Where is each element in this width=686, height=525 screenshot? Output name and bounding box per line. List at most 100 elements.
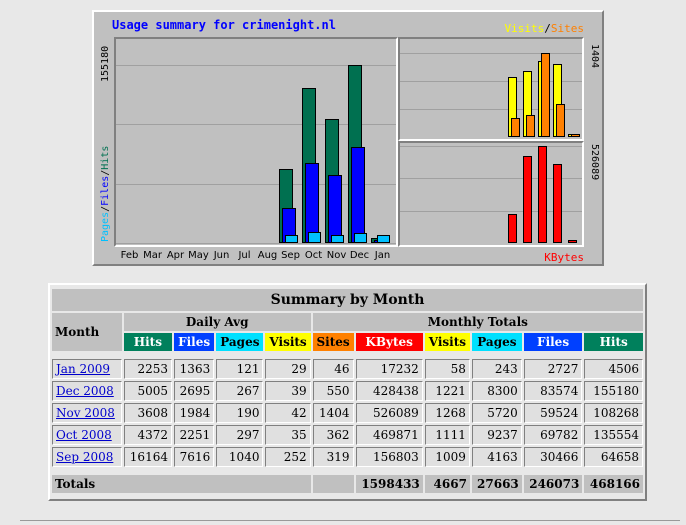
month-tick: Jul [238, 250, 251, 261]
table-cell: 526089 [355, 403, 423, 423]
table-cell: 108268 [584, 403, 643, 423]
table-cell: 5005 [123, 381, 172, 401]
daily-col-visits: Visits [265, 333, 311, 351]
bar-pages [331, 235, 344, 243]
monthly-col-sites: Sites [312, 333, 354, 351]
graph-title: Usage summary for crimenight.nl [112, 18, 336, 32]
table-cell: 83574 [523, 381, 583, 401]
table-cell: 550 [312, 381, 354, 401]
totals-row: Totals 1598433 4667 27663 246073 468166 [52, 475, 643, 493]
legend-pages: Pages [100, 211, 111, 242]
table-cell: 267 [216, 381, 264, 401]
table-cell: 5720 [471, 403, 522, 423]
table-cell: 252 [265, 447, 311, 467]
table-cell: 2253 [123, 359, 172, 379]
totals-cell: 4667 [424, 475, 470, 493]
table-cell: 1404 [312, 403, 354, 423]
table-cell: 469871 [355, 425, 423, 445]
bar-kbytes [538, 146, 547, 243]
table-cell: 8300 [471, 381, 522, 401]
bar-files [351, 147, 365, 243]
month-link[interactable]: Oct 2008 [56, 428, 112, 442]
bar-kbytes [508, 214, 517, 243]
month-axis: Feb Mar Apr May Jun Jul Aug Sep Oct Nov Dec Jan [118, 250, 394, 261]
legend-sites: Sites [550, 22, 584, 35]
month-tick: Nov [326, 250, 347, 261]
table-cell: 2727 [523, 359, 583, 379]
table-cell: 17232 [355, 359, 423, 379]
table-cell: 58 [424, 359, 470, 379]
bar-kbytes [553, 164, 562, 243]
bar-pages [354, 233, 367, 243]
month-tick: Sep [281, 250, 300, 261]
table-cell: 46 [312, 359, 354, 379]
legend-files: Files [100, 175, 111, 206]
totals-cell [312, 475, 354, 493]
hits-files-pages-panel [114, 37, 398, 247]
month-link[interactable]: Dec 2008 [56, 384, 114, 398]
monthly-col-kbytes: KBytes [355, 333, 423, 351]
daily-avg-header: Daily Avg [123, 313, 311, 331]
table-cell: 1040 [216, 447, 264, 467]
table-cell: 155180 [584, 381, 643, 401]
daily-col-hits: Hits [123, 333, 172, 351]
month-tick: Oct [304, 250, 323, 261]
summary-table: Summary by Month Month Daily Avg Monthly… [50, 287, 645, 495]
table-cell: 35 [265, 425, 311, 445]
bar-files [305, 162, 319, 243]
month-link[interactable]: Nov 2008 [56, 406, 115, 420]
table-cell: 1009 [424, 447, 470, 467]
daily-col-pages: Pages [216, 333, 264, 351]
monthly-col-visits: Visits [424, 333, 470, 351]
bar-sites [511, 117, 520, 137]
legend-hits: Hits [100, 145, 111, 170]
table-cell: 4372 [123, 425, 172, 445]
month-tick: May [188, 250, 209, 261]
bar-kbytes [523, 156, 532, 243]
bar-pages [308, 232, 321, 243]
table-row: Dec 2008 5005 2695 267 39 550 428438 1221 8300 83… [52, 381, 643, 401]
bar-files [328, 174, 342, 243]
totals-cell: 468166 [584, 475, 643, 493]
legend-slash: / [544, 22, 551, 35]
month-link[interactable]: Sep 2008 [56, 450, 113, 464]
table-cell: 1363 [173, 359, 215, 379]
totals-cell: 27663 [471, 475, 522, 493]
table-cell: 243 [471, 359, 522, 379]
left-axis-legend: Pages/Files/Hits [100, 145, 111, 242]
graph-legend-visits-sites: Visits/Sites [505, 22, 585, 35]
month-tick: Mar [143, 250, 162, 261]
table-cell: 2695 [173, 381, 215, 401]
table-cell: 319 [312, 447, 354, 467]
kbytes-panel [398, 141, 584, 247]
table-cell: 64658 [584, 447, 643, 467]
table-cell: 30466 [523, 447, 583, 467]
max-visits-label: 1404 [589, 44, 600, 69]
bar-kbytes [568, 239, 577, 243]
month-tick: Jun [213, 250, 230, 261]
table-row: Oct 2008 4372 2251 297 35 362 469871 1111 9237 69… [52, 425, 643, 445]
monthly-col-pages: Pages [471, 333, 522, 351]
bar-sites [571, 134, 580, 137]
month-link[interactable]: Jan 2009 [56, 362, 110, 376]
legend-kbytes: KBytes [544, 251, 584, 264]
summary-by-month: Summary by Month Month Daily Avg Monthly… [48, 283, 647, 501]
table-cell: 135554 [584, 425, 643, 445]
table-cell: 190 [216, 403, 264, 423]
table-cell: 1111 [424, 425, 470, 445]
table-cell: 297 [216, 425, 264, 445]
table-cell: 16164 [123, 447, 172, 467]
table-cell: 121 [216, 359, 264, 379]
totals-label: Totals [52, 475, 311, 493]
month-tick: Apr [166, 250, 185, 261]
table-row: Sep 2008 16164 7616 1040 252 319 156803 1009 416… [52, 447, 643, 467]
monthly-col-files: Files [523, 333, 583, 351]
table-cell: 42 [265, 403, 311, 423]
table-cell: 29 [265, 359, 311, 379]
table-cell: 1221 [424, 381, 470, 401]
table-cell: 3608 [123, 403, 172, 423]
page-divider [20, 520, 680, 521]
bar-pages [377, 235, 390, 243]
month-tick: Jan [374, 250, 391, 261]
table-cell: 2251 [173, 425, 215, 445]
